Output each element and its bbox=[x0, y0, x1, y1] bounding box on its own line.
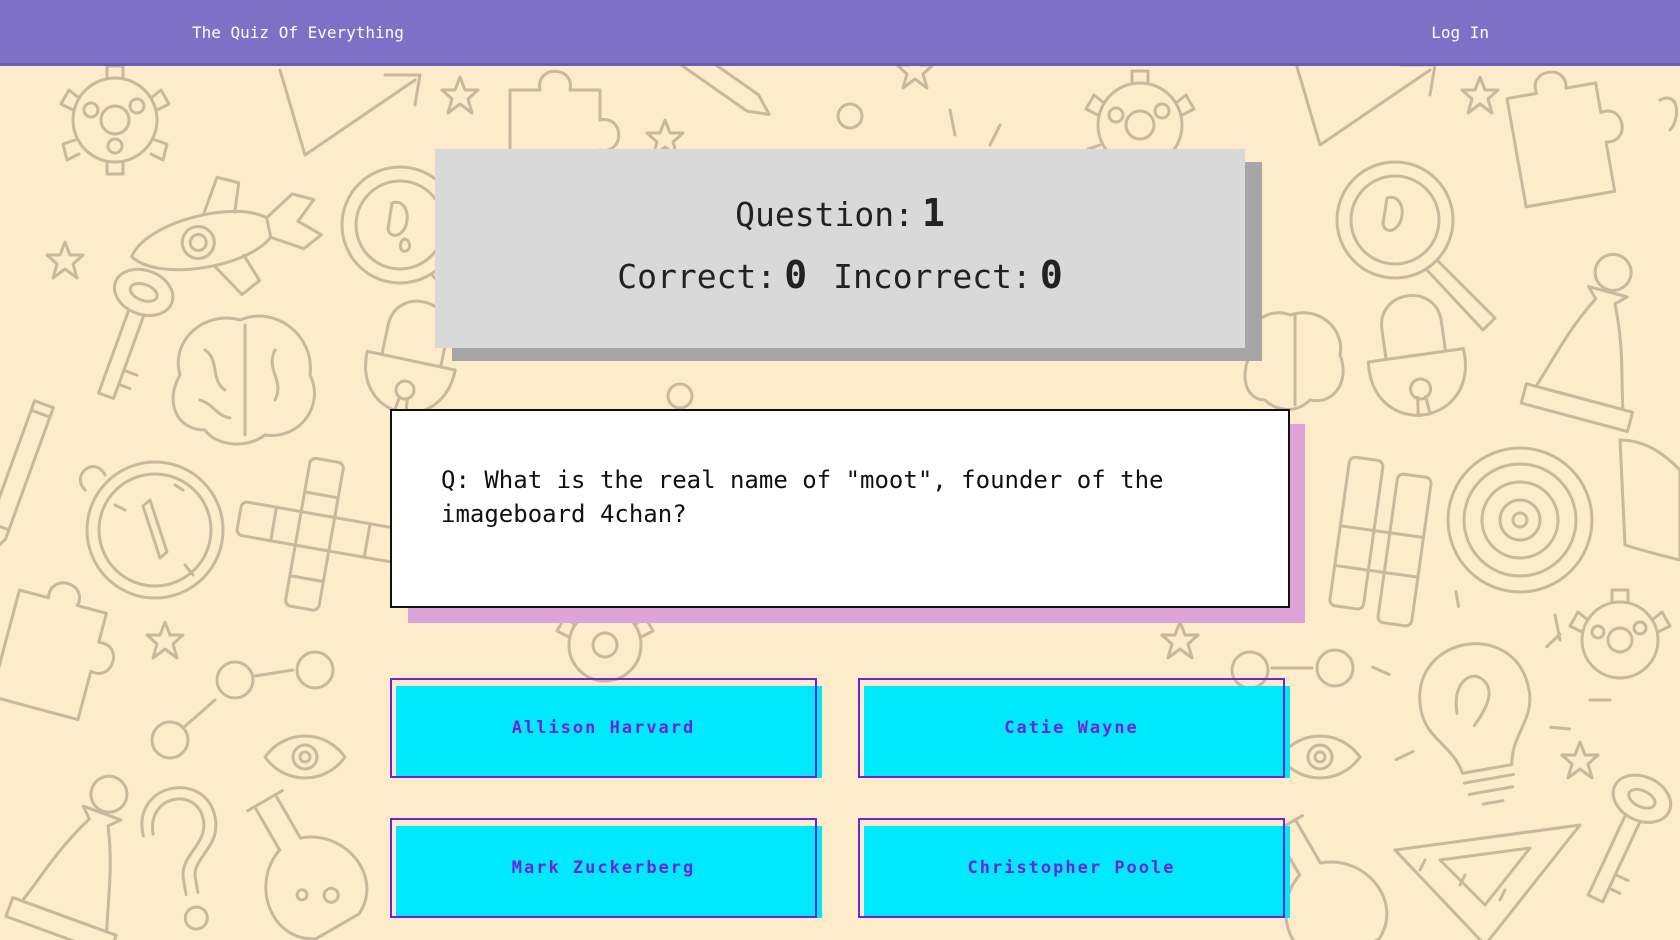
answer-button[interactable]: Catie Wayne bbox=[858, 678, 1285, 778]
question-card: Q: What is the real name of "moot", foun… bbox=[390, 409, 1290, 608]
answer-button[interactable]: Allison Harvard bbox=[390, 678, 817, 778]
puzzle-icon bbox=[0, 581, 115, 722]
triangle-ruler-icon bbox=[1393, 823, 1582, 940]
question-label: Question: bbox=[735, 195, 914, 234]
eye-icon bbox=[1278, 734, 1362, 780]
compass-icon bbox=[78, 460, 225, 600]
question-mark-icon bbox=[140, 786, 218, 931]
crossword-icon bbox=[235, 456, 401, 612]
brand-link[interactable]: The Quiz Of Everything bbox=[192, 23, 404, 42]
gear-icon bbox=[1568, 588, 1672, 680]
top-navbar: The Quiz Of Everything Log In bbox=[0, 0, 1680, 66]
target-icon bbox=[1446, 446, 1594, 594]
padlock-icon bbox=[1366, 294, 1467, 418]
answer-button[interactable]: Christopher Poole bbox=[858, 818, 1285, 918]
answer-option-1: Allison Harvard bbox=[390, 678, 822, 778]
answer-option-2: Catie Wayne bbox=[858, 678, 1290, 778]
arrow-icon bbox=[278, 68, 422, 157]
puzzle-icon bbox=[1505, 70, 1624, 209]
answer-option-3: Mark Zuckerberg bbox=[390, 818, 822, 918]
incorrect-label: Incorrect: bbox=[833, 257, 1032, 296]
key-icon bbox=[1586, 773, 1673, 904]
crossword-icon bbox=[1328, 455, 1433, 628]
question-number: 1 bbox=[921, 191, 945, 235]
score-card: Question: 1 Correct: 0 Incorrect: 0 bbox=[435, 149, 1245, 348]
score-tally: Correct: 0 Incorrect: 0 bbox=[435, 253, 1245, 297]
lightbulb-icon bbox=[1371, 590, 1571, 806]
chess-pawn-icon bbox=[1519, 252, 1635, 434]
flask-icon bbox=[246, 789, 369, 940]
correct-count: 0 bbox=[784, 253, 808, 297]
login-link[interactable]: Log In bbox=[1431, 23, 1489, 42]
key-icon bbox=[97, 267, 175, 401]
pencil-icon bbox=[0, 399, 55, 557]
arrow-icon bbox=[150, 650, 335, 760]
rocket-icon bbox=[130, 175, 323, 297]
incorrect-count: 0 bbox=[1039, 253, 1063, 297]
answer-button[interactable]: Mark Zuckerberg bbox=[390, 818, 817, 918]
chess-pawn-icon bbox=[4, 774, 129, 940]
question-counter: Question: 1 bbox=[435, 191, 1245, 235]
brain-icon bbox=[171, 314, 316, 446]
correct-label: Correct: bbox=[617, 257, 777, 296]
magnifier-icon bbox=[1335, 160, 1497, 332]
gear-icon bbox=[59, 64, 171, 176]
answer-option-4: Christopher Poole bbox=[858, 818, 1290, 918]
eye-icon bbox=[263, 734, 347, 780]
arrow-icon bbox=[1293, 58, 1437, 147]
question-text: Q: What is the real name of "moot", foun… bbox=[441, 466, 1164, 528]
